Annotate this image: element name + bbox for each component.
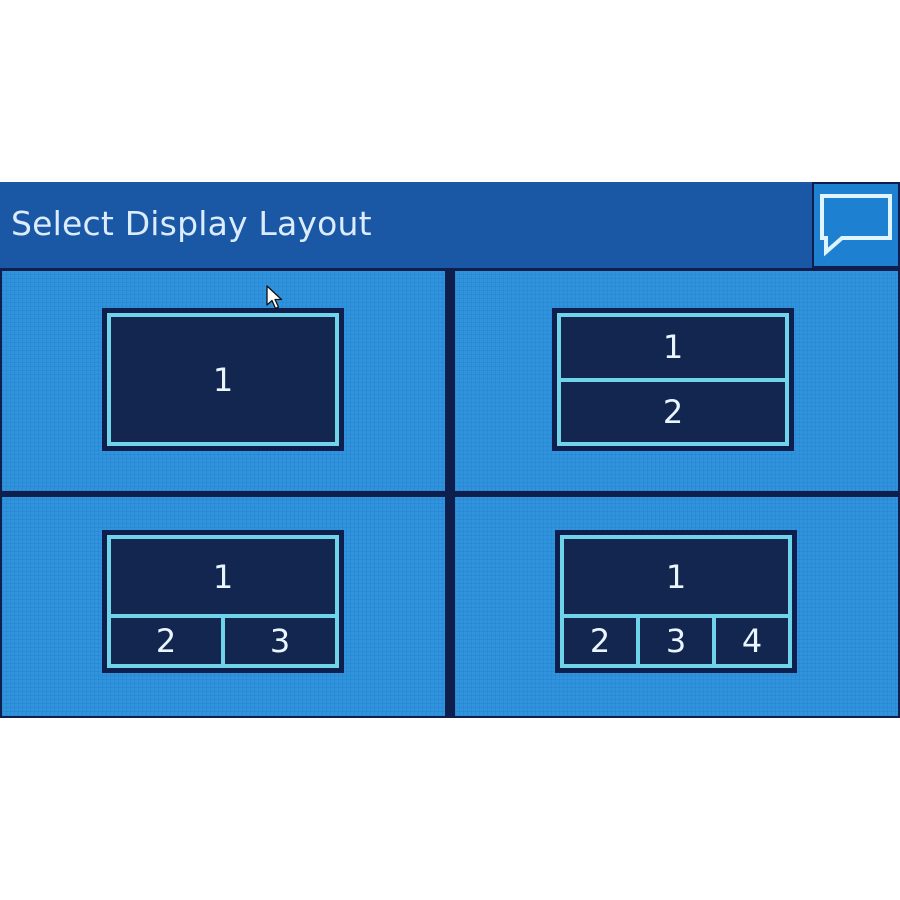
pane-label: 4 bbox=[712, 618, 788, 664]
layout-preview: 1 2 bbox=[552, 308, 794, 451]
layout-option-single[interactable]: 1 bbox=[2, 271, 445, 491]
pane-label: 2 bbox=[589, 622, 611, 660]
layout-option-split-two[interactable]: 1 2 bbox=[455, 271, 898, 491]
layout-option-main-plus-two[interactable]: 1 2 3 bbox=[2, 497, 445, 716]
pane-label: 1 bbox=[212, 557, 234, 596]
layout-preview: 1 2 3 bbox=[102, 530, 344, 673]
page-title: Select Display Layout bbox=[11, 204, 372, 243]
pane-label: 1 bbox=[662, 328, 684, 367]
chat-button[interactable] bbox=[814, 184, 898, 266]
pane-label: 2 bbox=[662, 392, 684, 431]
layout-option-main-plus-three[interactable]: 1 2 3 4 bbox=[455, 497, 898, 716]
layout-preview: 1 2 3 4 bbox=[555, 530, 797, 673]
mouse-pointer-icon bbox=[266, 285, 283, 310]
pane-label: 1 bbox=[212, 360, 234, 399]
layout-grid: 1 1 2 1 2 3 1 2 3 4 bbox=[0, 268, 900, 718]
layout-screen: Select Display Layout 1 1 2 1 2 3 1 2 3 … bbox=[0, 182, 900, 718]
pane-label: 2 bbox=[155, 622, 177, 660]
header-bar: Select Display Layout bbox=[0, 182, 812, 268]
layout-preview: 1 bbox=[102, 308, 344, 451]
speech-bubble-icon bbox=[820, 194, 892, 257]
pane-label: 3 bbox=[221, 618, 335, 664]
pane-label: 3 bbox=[636, 618, 712, 664]
pane-label: 1 bbox=[665, 557, 687, 596]
